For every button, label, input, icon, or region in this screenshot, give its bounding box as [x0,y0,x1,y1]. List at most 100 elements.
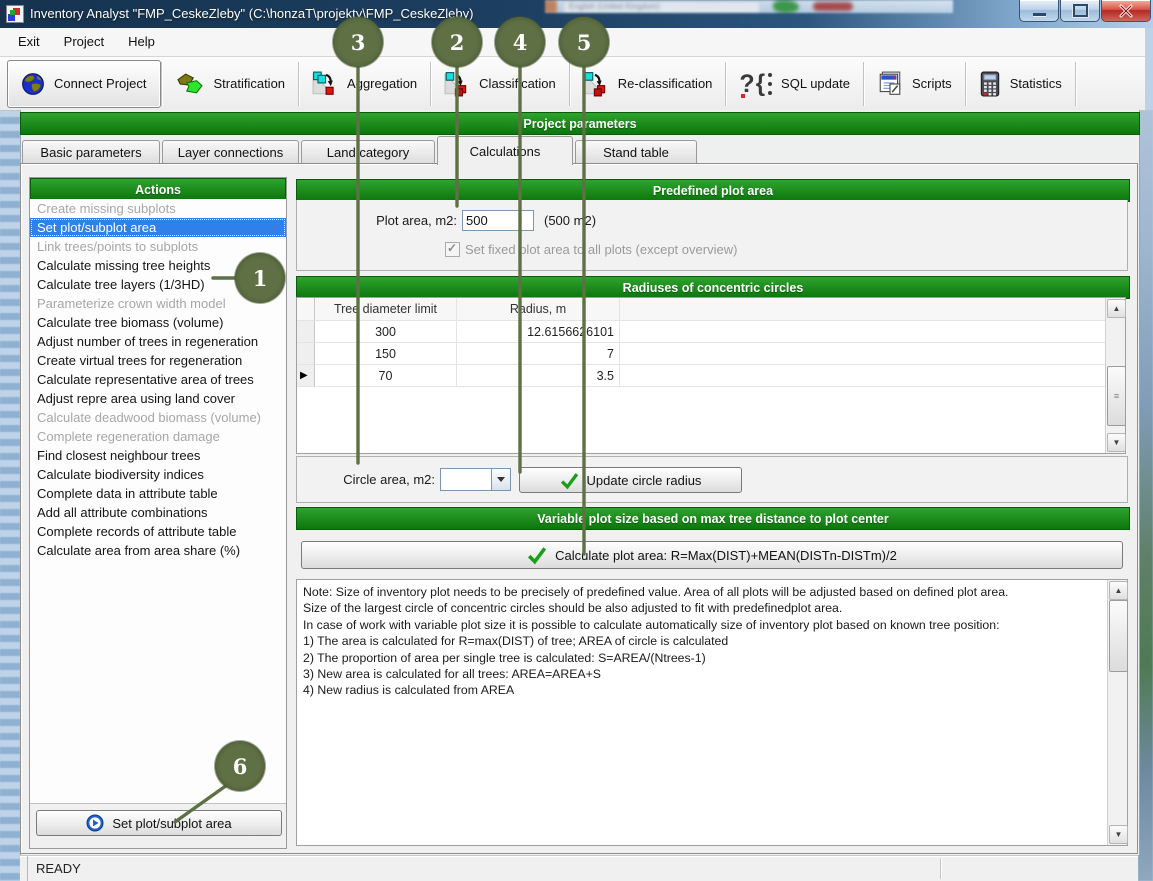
scrollbar-thumb[interactable]: ≡ [1107,366,1126,426]
table-row[interactable]: 300 12.6156626101 [297,321,1125,343]
scroll-up-icon[interactable]: ▲ [1107,299,1126,318]
menu-exit[interactable]: Exit [6,31,52,53]
radius-cell[interactable]: 3.5 [457,365,620,387]
update-button-label: Update circle radius [587,473,702,488]
tab-calculations[interactable]: Calculations [437,136,573,165]
action-item[interactable]: Link trees/points to subplots [30,237,286,256]
action-item[interactable]: Adjust number of trees in regeneration [30,332,286,351]
radius-cell[interactable]: 7 [457,343,620,365]
action-item[interactable]: Add all attribute combinations [30,503,286,522]
actions-panel-header: Actions [30,178,286,201]
note-line: 2) The proportion of area per single tre… [303,650,1100,666]
scroll-down-icon[interactable]: ▼ [1109,825,1128,844]
toolbar-button-label: Stratification [214,76,286,91]
diameter-cell[interactable]: 300 [315,321,457,343]
minimize-button[interactable] [1019,0,1059,22]
fixed-plot-area-checkbox-label: Set fixed plot area to all plots (except… [465,242,737,257]
toolbar-connect-project-button[interactable]: Connect Project [7,60,161,108]
radius-cell[interactable]: 12.6156626101 [457,321,620,343]
sql-icon: ?{ [739,72,772,96]
column-header-radius: Radius, m [457,298,620,321]
blurred-language-selector: English (United Kingdom) [563,1,760,13]
update-circle-radius-button[interactable]: Update circle radius [519,467,742,493]
diameter-cell[interactable]: 70 [315,365,457,387]
window-title: Inventory Analyst "FMP_CeskeZleby" (C:\h… [30,6,473,21]
scroll-up-icon[interactable]: ▲ [1109,581,1128,600]
set-plot-subplot-area-button[interactable]: Set plot/subplot area [36,810,282,836]
radiuses-header: Radiuses of concentric circles [296,276,1130,299]
calculate-plot-area-button[interactable]: Calculate plot area: R=Max(DIST)+MEAN(DI… [301,541,1123,569]
maximize-button[interactable] [1060,0,1100,22]
tab-land-category[interactable]: Land category [301,140,435,163]
tab-layer-connections[interactable]: Layer connections [162,140,299,163]
toolbar-reclassification-button[interactable]: Re-classification [570,61,726,107]
scrollbar-thumb[interactable] [1109,600,1128,672]
callout-1: 1 [235,253,285,303]
calculate-button-label: Calculate plot area: R=Max(DIST)+MEAN(DI… [555,548,897,563]
plot-area-input[interactable] [462,210,534,231]
status-text: READY [36,861,81,876]
menu-project[interactable]: Project [52,31,116,53]
note-scrollbar[interactable]: ▲ ▼ [1107,580,1127,845]
app-icon [6,5,24,23]
action-item[interactable]: Create missing subplots [30,199,286,218]
play-icon [86,814,104,832]
combobox-value[interactable] [440,468,492,491]
column-header-diameter: Tree diameter limit [315,298,457,321]
callout-6: 6 [215,741,265,791]
menu-help[interactable]: Help [116,31,167,53]
toolbar-aggregation-button[interactable]: Aggregation [299,61,430,107]
combobox-dropdown-button[interactable] [492,468,511,491]
filler-cell [620,365,1125,387]
action-item-selected[interactable]: Set plot/subplot area [30,218,286,237]
note-line: 4) New radius is calculated from AREA [303,682,1100,698]
toolbar-statistics-button[interactable]: Statistics [966,61,1075,107]
diameter-cell[interactable]: 150 [315,343,457,365]
variable-plot-size-header: Variable plot size based on max tree dis… [296,507,1130,530]
action-item[interactable]: Complete data in attribute table [30,484,286,503]
chevron-down-icon [497,477,505,482]
action-item[interactable]: Complete records of attribute table [30,522,286,541]
toolbar-stratification-button[interactable]: Stratification [162,61,299,107]
window-frame-right-upper [1145,28,1153,110]
action-item[interactable]: Adjust repre area using land cover [30,389,286,408]
background-window-blur: English (United Kingdom) [545,0,953,13]
action-item[interactable]: Calculate biodiversity indices [30,465,286,484]
fixed-plot-area-checkbox[interactable]: ✓ [445,242,460,257]
scroll-down-icon[interactable]: ▼ [1107,433,1126,452]
blurred-taskbar-icon [545,0,557,13]
calculator-icon [979,71,1001,97]
action-item[interactable]: Calculate deadwood biomass (volume) [30,408,286,427]
globe-icon [21,72,45,96]
checkmark-icon: ✓ [447,241,457,255]
toolbar-button-label: Aggregation [347,76,417,91]
window-frame-left [0,110,20,881]
tab-basic-parameters[interactable]: Basic parameters [22,140,160,163]
circle-area-label: Circle area, m2: [317,472,435,487]
close-button[interactable] [1101,0,1151,22]
circle-area-combobox[interactable] [440,468,511,491]
note-box: Note: Size of inventory plot needs to be… [296,579,1128,846]
action-item[interactable]: Complete regeneration damage [30,427,286,446]
action-item[interactable]: Calculate representative area of trees [30,370,286,389]
table-scrollbar[interactable]: ▲ ≡ ▼ [1105,298,1125,453]
table-row[interactable]: 150 7 [297,343,1125,365]
reclassification-icon [583,71,609,97]
row-header-cell [297,321,315,343]
action-item[interactable]: Calculate area from area share (%) [30,541,286,560]
toolbar-classification-button[interactable]: Classification [431,61,569,107]
table-row-active[interactable]: ▶ 70 3.5 [297,365,1125,387]
tab-stand-table[interactable]: Stand table [575,140,697,163]
note-line: In case of work with variable plot size … [303,617,1100,633]
action-item[interactable]: Create virtual trees for regeneration [30,351,286,370]
window-controls [1018,0,1151,22]
toolbar-scripts-button[interactable]: Scripts [864,61,965,107]
plot-area-hint: (500 m2) [544,213,596,228]
current-row-marker-icon: ▶ [300,365,308,387]
toolbar-sql-update-button[interactable]: ?{ SQL update [726,61,863,107]
action-item[interactable]: Find closest neighbour trees [30,446,286,465]
run-button-label: Set plot/subplot area [112,816,231,831]
action-item[interactable]: Calculate tree biomass (volume) [30,313,286,332]
toolbar-button-label: Re-classification [618,76,713,91]
row-header-cell [297,343,315,365]
